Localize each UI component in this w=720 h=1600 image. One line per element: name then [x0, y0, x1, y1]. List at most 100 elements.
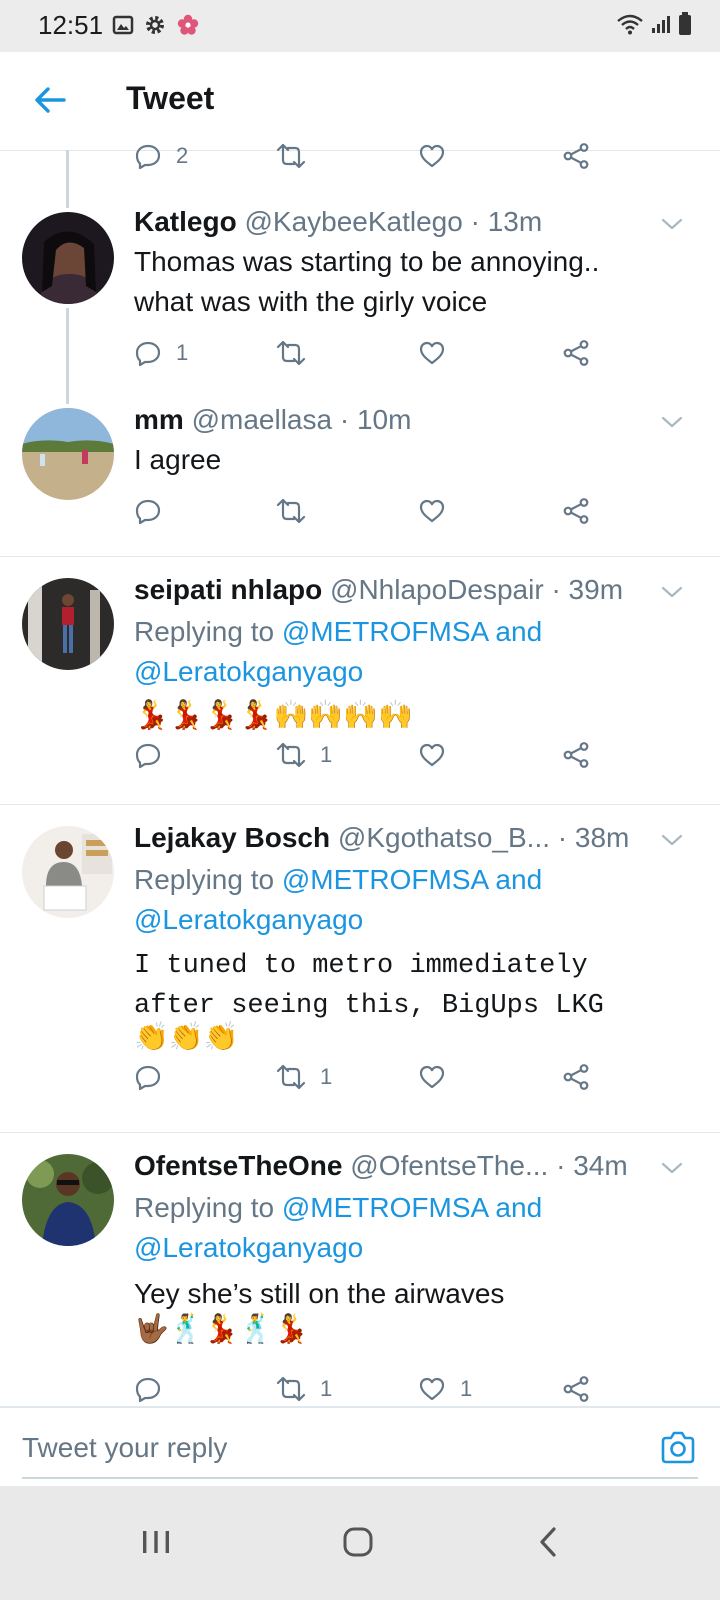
replying-prefix: Replying to [134, 1192, 275, 1223]
heart-icon [419, 1377, 445, 1401]
share-icon [563, 1064, 589, 1090]
reply-count: 1 [176, 340, 189, 365]
share-icon [563, 498, 589, 524]
retweet-button[interactable] [276, 496, 320, 526]
author-name[interactable]: Katlego [134, 206, 237, 237]
retweet-button[interactable]: 1 [276, 740, 332, 770]
chevron-down-icon[interactable] [660, 216, 684, 232]
retweet-button[interactable]: 1 [276, 1374, 332, 1404]
like-button[interactable] [418, 740, 460, 770]
author-handle[interactable]: @OfentseThe... [350, 1150, 548, 1181]
share-icon [563, 1376, 589, 1402]
author-handle[interactable]: @NhlapoDespair [330, 574, 544, 605]
status-time: 12:51 [38, 10, 104, 40]
reply-button[interactable]: 2 [134, 141, 188, 171]
retweet-icon [276, 742, 306, 768]
share-button[interactable] [562, 740, 590, 770]
heart-icon [419, 499, 445, 523]
chevron-down-icon[interactable] [660, 1160, 684, 1176]
like-button[interactable] [418, 338, 460, 368]
retweet-button[interactable] [276, 338, 320, 368]
share-button[interactable] [562, 1062, 590, 1092]
like-count: 1 [460, 1376, 473, 1401]
tweet-text-line: Thomas was starting to be annoying.. [134, 246, 600, 277]
retweet-button[interactable]: 1 [276, 1062, 332, 1092]
chevron-down-icon[interactable] [660, 832, 684, 848]
and-others-link[interactable]: and [495, 616, 542, 647]
share-button[interactable] [562, 1374, 590, 1404]
author-handle[interactable]: @maellasa [192, 404, 332, 435]
mention-link[interactable]: @Leratokganyago [134, 1232, 363, 1263]
retweet-icon [276, 1064, 306, 1090]
replying-to: Replying to @METROFMSA and @Leratokganya… [134, 1188, 694, 1268]
author-handle[interactable]: @KaybeeKatlego [244, 206, 462, 237]
wifi-icon [617, 14, 643, 35]
heart-icon [419, 1065, 445, 1089]
avatar [22, 212, 114, 304]
home-icon[interactable] [338, 1522, 378, 1562]
share-button[interactable] [562, 141, 590, 171]
tweet-time: · 34m [556, 1150, 628, 1181]
and-others-link[interactable]: and [495, 864, 542, 895]
like-button[interactable] [418, 1062, 460, 1092]
avatar [22, 578, 114, 670]
reply-button[interactable] [134, 740, 176, 770]
settings-icon [146, 16, 164, 34]
and-others-link[interactable]: and [495, 1192, 542, 1223]
reply-button[interactable] [134, 1374, 176, 1404]
chevron-down-icon[interactable] [660, 584, 684, 600]
author-name[interactable]: seipati nhlapo [134, 574, 322, 605]
mention-link[interactable]: @Leratokganyago [134, 904, 363, 935]
share-icon [563, 143, 589, 169]
share-button[interactable] [562, 338, 590, 368]
back-arrow-icon[interactable] [30, 80, 70, 120]
back-icon[interactable] [530, 1522, 570, 1562]
replying-prefix: Replying to [134, 616, 275, 647]
page-title: Tweet [126, 80, 215, 116]
retweet-button[interactable] [276, 141, 306, 171]
reply-button[interactable] [134, 1062, 176, 1092]
reply-input[interactable]: Tweet your reply [22, 1432, 227, 1464]
retweet-icon [276, 143, 306, 169]
recent-apps-icon[interactable] [136, 1522, 176, 1562]
mention-link[interactable]: @METROFMSA [282, 1192, 488, 1223]
tweet-text-line: I agree [134, 444, 222, 475]
reply-button[interactable] [134, 496, 176, 526]
share-button[interactable] [562, 496, 590, 526]
composer-underline [22, 1477, 698, 1479]
retweet-icon [276, 498, 306, 524]
avatar [22, 826, 114, 918]
chevron-down-icon[interactable] [660, 414, 684, 430]
thread-connector-line [66, 308, 69, 404]
author-handle[interactable]: @Kgothatso_B... [338, 822, 550, 853]
tweet-time: · 38m [557, 822, 630, 853]
author-name[interactable]: mm [134, 404, 184, 435]
reply-icon [135, 499, 161, 525]
tweet-text: Yey she’s still on the airwaves [134, 1274, 694, 1314]
divider [0, 804, 720, 805]
replying-to: Replying to @METROFMSA and @Leratokganya… [134, 860, 694, 940]
tweet-text: I tuned to metro immediately after seein… [134, 946, 694, 1026]
share-icon [563, 340, 589, 366]
mention-link[interactable]: @METROFMSA [282, 864, 488, 895]
like-button[interactable] [418, 496, 460, 526]
retweet-count: 1 [320, 742, 333, 767]
tweet-emoji: 💃💃💃💃🙌🙌🙌🙌 [134, 699, 413, 730]
mention-link[interactable]: @Leratokganyago [134, 656, 363, 687]
reply-icon [135, 1065, 161, 1091]
reply-icon [135, 341, 161, 367]
author-name[interactable]: OfentseTheOne [134, 1150, 342, 1181]
tweet-text-line: I tuned to metro immediately [134, 951, 588, 981]
camera-icon[interactable] [658, 1428, 698, 1468]
gallery-icon [112, 15, 134, 35]
like-button[interactable]: 1 [418, 1374, 472, 1404]
reply-button[interactable]: 1 [134, 338, 188, 368]
tweet-time: · 13m [470, 206, 543, 237]
mention-link[interactable]: @METROFMSA [282, 616, 488, 647]
system-nav-bar [0, 1486, 720, 1600]
tweet-text-line: what was with the girly voice [134, 286, 488, 317]
like-button[interactable] [418, 141, 446, 171]
tweet-text: I agree [134, 440, 694, 480]
author-name[interactable]: Lejakay Bosch [134, 822, 330, 853]
tweet-emoji: 🤟🏾🕺💃🕺💃 [134, 1313, 309, 1344]
